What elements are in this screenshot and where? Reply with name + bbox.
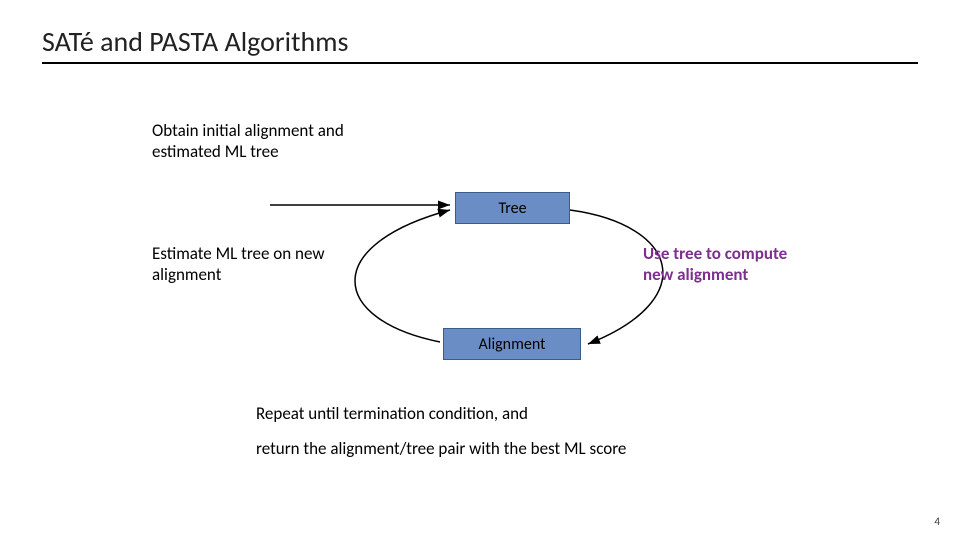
tree-box-label: Tree	[498, 199, 526, 218]
alignment-box-label: Alignment	[479, 335, 546, 354]
arrows-svg	[0, 0, 960, 540]
right-line2: new alignment	[643, 264, 787, 285]
right-step-text: Use tree to compute new alignment	[643, 243, 787, 286]
page-number: 4	[934, 515, 940, 528]
return-text: return the alignment/tree pair with the …	[256, 438, 626, 459]
alignment-box: Alignment	[443, 328, 581, 360]
title-underline	[42, 62, 918, 64]
tree-box: Tree	[455, 192, 570, 224]
slide-title: SATé and PASTA Algorithms	[42, 24, 349, 59]
repeat-text: Repeat until termination condition, and	[256, 403, 528, 424]
intro-line1: Obtain initial alignment and	[152, 120, 344, 141]
left-line2: alignment	[152, 264, 325, 285]
intro-line2: estimated ML tree	[152, 141, 344, 162]
left-step-text: Estimate ML tree on new alignment	[152, 243, 325, 286]
intro-text: Obtain initial alignment and estimated M…	[152, 120, 344, 163]
left-line1: Estimate ML tree on new	[152, 243, 325, 264]
right-line1: Use tree to compute	[643, 243, 787, 264]
